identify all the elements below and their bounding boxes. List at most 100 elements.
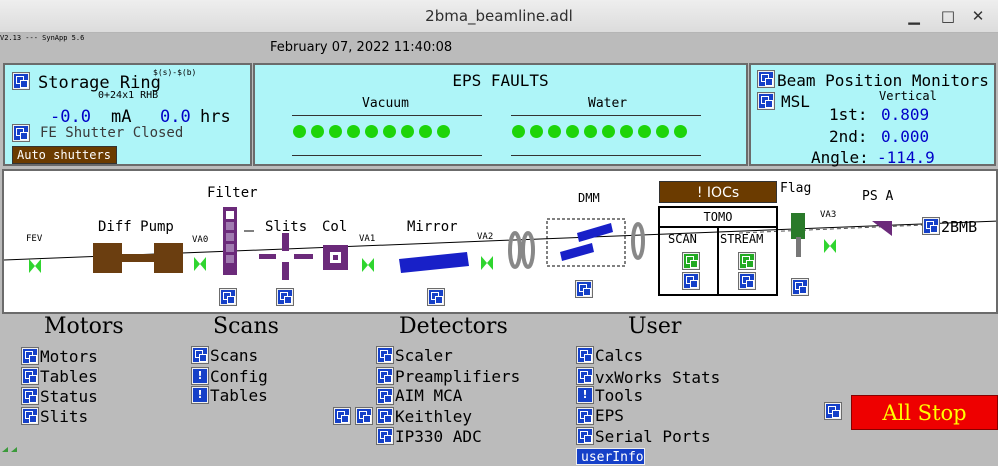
keithley-extra-icon-2[interactable] [355,407,373,425]
va3-valve-right [830,239,836,253]
va1-valve-left [362,258,368,272]
menu-item-status[interactable]: Status [40,387,98,406]
water-led [530,125,543,138]
beamline-schematic: FEV Diff Pump VA0 Filter Slits Col VA1 M… [2,169,998,314]
status-item-icon[interactable] [21,387,39,405]
aim-mca-item-icon[interactable] [376,387,394,405]
va0-label: VA0 [192,235,209,245]
scans-item-icon[interactable] [191,346,209,364]
menu-item-slits[interactable]: Slits [40,407,88,426]
all-stop-button[interactable]: All Stop [851,395,998,430]
calcs-item-icon[interactable] [576,346,594,364]
config-item-icon[interactable]: ! [191,367,209,385]
menu-item-scans[interactable]: Scans [210,346,258,365]
slits-display-icon[interactable] [276,288,294,306]
tables-item-icon[interactable] [21,367,39,385]
bpm-angle-value: -114.9 [877,148,935,167]
bellows-2 [631,222,645,260]
stream-green-display-icon[interactable] [738,252,756,270]
mirror-label: Mirror [407,219,458,235]
vacuum-led [347,125,360,138]
scaler-item-icon[interactable] [376,346,394,364]
bpm-display-icon[interactable] [757,70,775,88]
menu-item-tables[interactable]: Tables [40,367,98,386]
flag-display-icon[interactable] [791,278,809,296]
minimize-button[interactable]: ▁ [904,6,924,26]
ps-a-label: PS A [862,189,894,204]
msl-display-icon[interactable] [757,92,775,110]
va2-valve-left [481,256,487,270]
fe-shutter-display-icon[interactable] [12,124,30,142]
menu-item-eps[interactable]: EPS [595,406,624,425]
flag-label: Flag [780,181,812,196]
menu-item-ip330-adc[interactable]: IP330 ADC [395,427,482,446]
filter-slot-5 [226,255,234,263]
auto-shutters-button[interactable]: Auto shutters [12,146,117,164]
va0-valve-right [200,257,206,271]
water-led [566,125,579,138]
keithley-item-icon[interactable] [376,407,394,425]
ring-lifetime-value: 0.0 [160,107,191,127]
iocs-button[interactable]: ! IOCs [659,181,777,203]
maximize-button[interactable]: □ [938,6,958,26]
water-led [656,125,669,138]
ring-current-unit: mA [111,107,132,127]
menu-item-tools[interactable]: Tools [595,386,643,405]
dmm-label: DMM [578,191,600,205]
diff-pump-left [93,243,122,273]
filter-display-icon[interactable] [219,288,237,306]
preamplifiers-item-icon[interactable] [376,367,394,385]
scan-green-display-icon[interactable] [682,252,700,270]
station-display-icon[interactable] [922,217,940,235]
mirror-body [399,252,469,273]
vacuum-divider-top [292,115,482,116]
menu-item-serial-ports[interactable]: Serial Ports [595,427,711,446]
storage-ring-panel: Storage Ring $(s)-$(b) 0+24x1 RHB -0.0 m… [3,63,252,166]
motors-item-icon[interactable] [21,347,39,365]
keithley-extra-icon-1[interactable] [333,407,351,425]
menu-item-preamplifiers[interactable]: Preamplifiers [395,367,520,386]
menu-item-scan-tables[interactable]: Tables [210,386,268,405]
menu-item-config[interactable]: Config [210,367,268,386]
resize-corner-icon [2,447,17,452]
eps-title: EPS FAULTS [452,71,549,90]
water-led-row [512,123,692,142]
serial-ports-item-icon[interactable] [576,427,594,445]
col-label: Col [322,219,348,235]
menu-item-aim-mca[interactable]: AIM MCA [395,386,462,405]
station-label: 2BMB [941,218,978,236]
bpm-second-value: 0.000 [881,127,930,146]
beamline-drawing [4,206,996,296]
filter-slot-1 [226,211,234,219]
stream-display-icon[interactable] [738,272,756,290]
mirror-display-icon[interactable] [427,288,445,306]
all-stop-display-icon[interactable] [824,402,842,420]
vxworks-stats-item-icon[interactable] [576,367,594,385]
menu-item-scaler[interactable]: Scaler [395,346,453,365]
version-label: V2.13 --- SynApp 5.6 [0,34,85,42]
menu-item-calcs[interactable]: Calcs [595,346,643,365]
dmm-display-icon[interactable] [575,280,593,298]
user-info-button[interactable]: userInfo [576,448,645,465]
scan-display-icon[interactable] [682,272,700,290]
menu-item-motors[interactable]: Motors [40,347,98,366]
scan-tables-item-icon[interactable]: ! [191,386,209,404]
vacuum-label: Vacuum [362,96,409,111]
eps-item-icon[interactable] [576,407,594,425]
menu-item-keithley[interactable]: Keithley [395,407,472,426]
tools-item-icon[interactable]: ! [576,386,594,404]
vacuum-led [419,125,432,138]
menu-item-vxworks-stats[interactable]: vxWorks Stats [595,368,720,387]
bellows-1b [521,231,535,269]
ip330-adc-item-icon[interactable] [376,427,394,445]
dmm-box [546,218,626,267]
close-button[interactable]: ✕ [968,6,988,26]
slits-item-icon[interactable] [21,407,39,425]
storage-ring-display-icon[interactable] [12,72,30,90]
window-title: 2bma_beamline.adl [425,7,573,25]
slits-gap [276,251,294,262]
dmm-crystal-1 [577,223,613,242]
tomo-label: TOMO [703,210,733,224]
motors-heading: Motors [44,314,124,339]
slits-label: Slits [265,219,308,235]
